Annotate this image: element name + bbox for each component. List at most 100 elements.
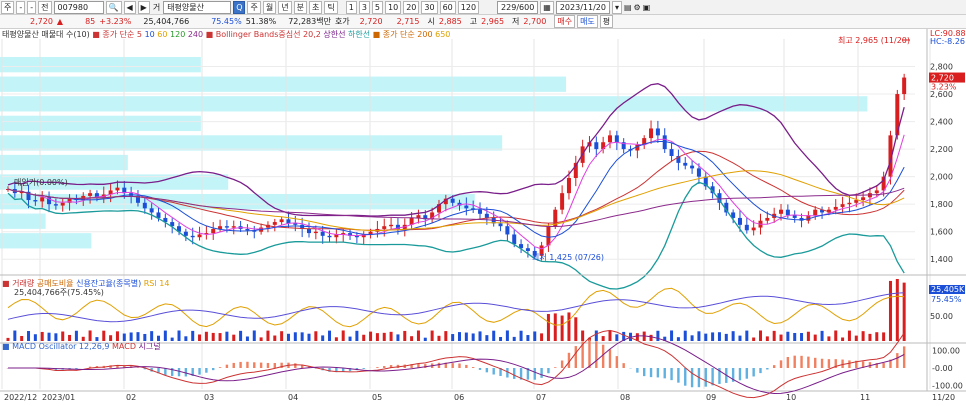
volume-bar xyxy=(485,335,489,341)
price-tick-label: 2,400 xyxy=(930,118,953,127)
volume-bar xyxy=(416,330,420,341)
buy-button[interactable]: 매수 xyxy=(554,15,576,28)
volume-bar xyxy=(321,335,325,341)
volume-bar xyxy=(574,317,578,341)
volume-bar xyxy=(88,330,92,341)
volume-bar xyxy=(47,332,51,341)
candle-body xyxy=(307,228,311,234)
period-second-button[interactable]: 초 xyxy=(308,0,323,14)
volume-bar xyxy=(81,336,85,341)
toolbar-button-2[interactable]: - xyxy=(16,0,26,14)
candle-body xyxy=(183,231,188,236)
sell-button[interactable]: 매도 xyxy=(577,15,598,28)
tools-icon[interactable]: ⚙ xyxy=(634,3,641,12)
legend-item-10: 650 xyxy=(435,30,451,39)
candle-body xyxy=(594,142,599,150)
toolbar-button-4[interactable]: 전 xyxy=(38,0,52,14)
window-icon[interactable]: ▣ xyxy=(643,3,651,12)
macd-osc-bar xyxy=(615,356,619,368)
next-arrow[interactable]: ▶ xyxy=(137,0,150,14)
volume-bar xyxy=(492,330,496,341)
volume-bar xyxy=(697,331,701,341)
macd-osc-bar xyxy=(554,367,557,368)
macd-osc-bar xyxy=(896,353,899,368)
volume-bar xyxy=(451,334,455,341)
minute-30-button[interactable]: 30 xyxy=(421,0,438,14)
macd-osc-bar xyxy=(848,360,851,368)
legend-item-1: ■ 종가 단순 5 xyxy=(92,30,145,39)
candle-body xyxy=(546,226,551,246)
volume-bar xyxy=(601,336,605,341)
x-axis-label: 11/20 xyxy=(932,393,955,402)
minute-120-button[interactable]: 120 xyxy=(457,0,480,14)
volume-bar xyxy=(410,336,414,341)
macd-osc-bar xyxy=(827,359,831,368)
candle-body xyxy=(696,168,701,177)
macd-tick-label: -0.00 xyxy=(932,364,953,373)
volume-bar xyxy=(888,280,892,341)
period-month-button[interactable]: 월 xyxy=(262,0,277,14)
candle-body xyxy=(115,187,120,191)
open-label: 시 xyxy=(427,17,435,26)
minute-5-button[interactable]: 5 xyxy=(371,0,384,14)
period-year-button[interactable]: 년 xyxy=(278,0,292,14)
macd-osc-bar xyxy=(643,368,646,377)
minute-10-button[interactable]: 10 xyxy=(385,0,402,14)
macd-osc-bar xyxy=(547,368,550,374)
eval-button[interactable]: 평 xyxy=(599,15,614,28)
period-q-button[interactable]: Q xyxy=(233,0,246,14)
macd-osc-bar xyxy=(690,368,694,388)
stock-code-input[interactable]: 007980 xyxy=(53,0,104,14)
macd-osc-bar xyxy=(266,362,270,368)
candle-body xyxy=(327,235,332,238)
stock-name-field[interactable]: 태평양물산 xyxy=(163,0,232,14)
period-minute-button[interactable]: 분 xyxy=(293,0,307,14)
candle-body xyxy=(854,200,859,203)
macd-osc-bar xyxy=(225,364,229,368)
macd-osc-bar xyxy=(711,368,714,386)
volume-bar xyxy=(184,336,188,341)
legend-item-7: 상한선 xyxy=(323,30,349,39)
macd-osc-bar xyxy=(608,349,612,368)
macd-osc-bar xyxy=(232,362,235,368)
volume-bar xyxy=(499,336,503,341)
period-week-button[interactable]: 주 xyxy=(247,0,261,14)
toolbar-button-3[interactable]: - xyxy=(27,0,37,14)
candle-body xyxy=(382,226,387,229)
minute-60-button[interactable]: 60 xyxy=(439,0,456,14)
macd-osc-bar xyxy=(766,368,769,370)
candle-body xyxy=(765,217,770,221)
macd-osc-bar xyxy=(485,368,489,373)
prev-arrow[interactable]: ◀ xyxy=(123,0,136,14)
macd-osc-bar xyxy=(560,360,564,368)
volume-bar xyxy=(458,332,461,341)
hc-label: HC:-8.26 xyxy=(930,37,965,46)
search-icon[interactable]: 🔍 xyxy=(105,0,122,14)
volume-bar xyxy=(430,330,434,341)
minute-20-button[interactable]: 20 xyxy=(403,0,420,14)
grid-icon[interactable]: ▤ xyxy=(624,3,632,12)
candle-body xyxy=(245,228,250,231)
candle-body xyxy=(608,135,612,143)
period-tick-button[interactable]: 틱 xyxy=(324,0,338,14)
minute-3-button[interactable]: 3 xyxy=(358,0,370,14)
bar-count-field[interactable]: 229/600 xyxy=(497,0,539,14)
candle-body xyxy=(779,209,784,214)
macd-osc-bar xyxy=(649,368,653,378)
toolbar-button-1[interactable]: 주 xyxy=(1,0,15,14)
date-field[interactable]: 2023/11/20 xyxy=(555,0,610,14)
volume-bar xyxy=(198,334,202,341)
volume-bar xyxy=(54,333,58,341)
minute-1-button[interactable]: 1 xyxy=(345,0,357,14)
volume-bar xyxy=(861,331,865,341)
volume-bar xyxy=(389,331,393,341)
volume-bar xyxy=(33,334,37,341)
volume-bar xyxy=(854,335,858,341)
volume-profile-band xyxy=(0,154,128,171)
macd-osc-bar xyxy=(902,346,906,368)
calendar-icon[interactable]: ▦ xyxy=(540,0,554,14)
candle-body xyxy=(464,205,469,209)
volume-bar xyxy=(286,333,290,341)
candle-body xyxy=(53,204,58,206)
calendar-picker-icon[interactable]: ▾ xyxy=(611,0,622,14)
